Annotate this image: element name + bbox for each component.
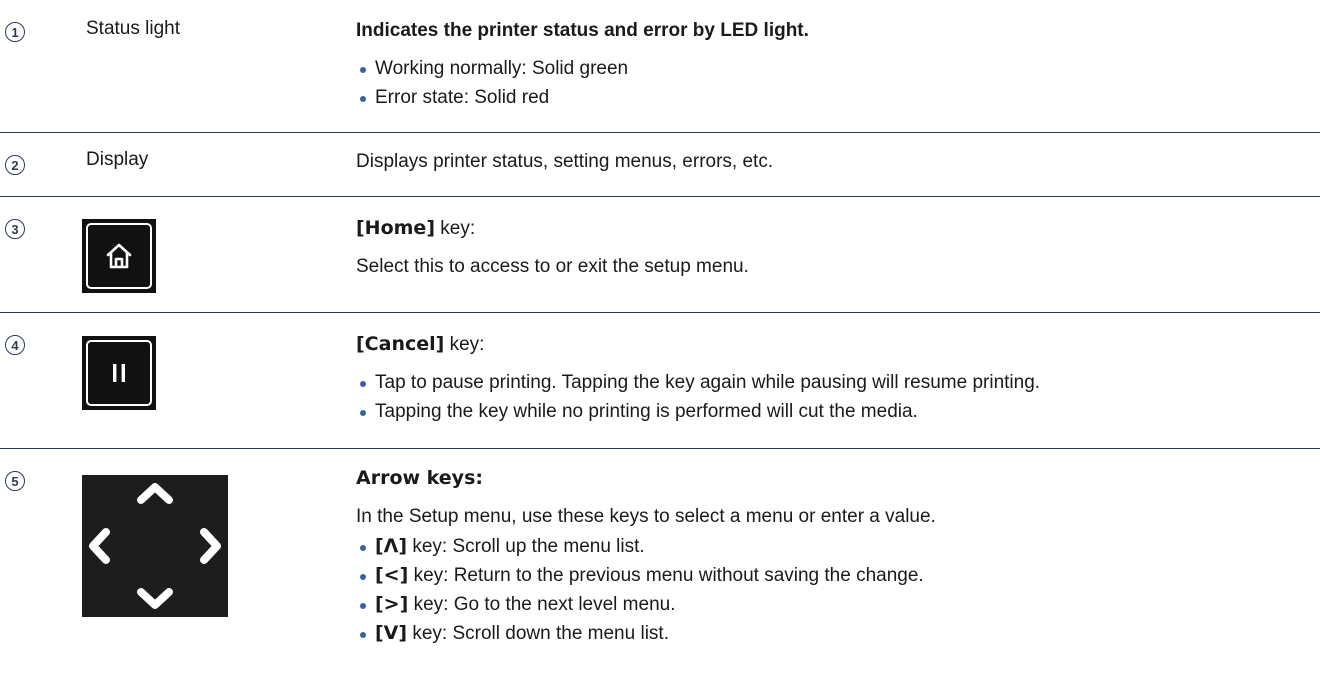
table-row-home-key: 3 [Home] key: Select this to access to o…	[0, 197, 1320, 312]
row-number-badge: 2	[5, 155, 25, 175]
table-row-display: 2 Display Displays printer status, setti…	[0, 133, 1320, 196]
arrow-up-icon	[137, 483, 173, 504]
left-key-label: [<]	[375, 564, 409, 586]
item-description: Indicates the printer status and error b…	[356, 18, 1320, 112]
pause-key-icon	[82, 336, 156, 410]
arrow-left-icon	[89, 528, 110, 564]
right-key-label: [>]	[375, 593, 409, 615]
bullet-list: Tap to pause printing. Tapping the key a…	[356, 368, 1320, 426]
row-number-badge: 5	[5, 471, 25, 491]
row-number-badge: 3	[5, 219, 25, 239]
bullet-text: key: Scroll up the menu list.	[407, 536, 645, 557]
table-row-arrow-keys: 5 Arrow keys: In the Setup menu, use the…	[0, 449, 1320, 694]
item-description: [Cancel] key: Tap to pause printing. Tap…	[356, 331, 1320, 426]
description-text: Select this to access to or exit the set…	[356, 256, 749, 277]
cancel-key-label: [Cancel]	[356, 333, 445, 355]
item-name: Display	[86, 149, 149, 170]
up-key-label: [Λ]	[375, 535, 408, 557]
list-item: Working normally: Solid green	[356, 54, 1320, 83]
list-item: Error state: Solid red	[356, 83, 1320, 112]
bullet-list: Working normally: Solid green Error stat…	[356, 54, 1320, 112]
arrow-keys-title: Arrow keys:	[356, 467, 483, 489]
down-key-label: [V]	[375, 622, 408, 644]
description-title: [Cancel] key:	[356, 331, 1320, 358]
home-key-icon	[82, 219, 156, 293]
list-item: Tapping the key while no printing is per…	[356, 397, 1320, 426]
bullet-text: key: Scroll down the menu list.	[407, 623, 669, 644]
list-item: Tap to pause printing. Tapping the key a…	[356, 368, 1320, 397]
arrow-down-icon	[137, 588, 173, 609]
description-title: Indicates the printer status and error b…	[356, 20, 809, 41]
table-row-cancel-key: 4 [Cancel] key: Tap to pause printing. T…	[0, 313, 1320, 448]
description-text: Displays printer status, setting menus, …	[356, 151, 774, 172]
bullet-text: key: Return to the previous menu without…	[408, 565, 924, 586]
list-item: [V] key: Scroll down the menu list.	[356, 619, 1320, 648]
list-item: [>] key: Go to the next level menu.	[356, 590, 1320, 619]
description-title: [Home] key:	[356, 215, 1320, 242]
arrow-keys-icon	[82, 475, 228, 617]
description-text: In the Setup menu, use these keys to sel…	[356, 506, 936, 527]
arrow-right-icon	[200, 528, 221, 564]
item-description: [Home] key: Select this to access to or …	[356, 215, 1320, 280]
list-item: [Λ] key: Scroll up the menu list.	[356, 532, 1320, 561]
row-number-badge: 4	[5, 335, 25, 355]
item-description: Arrow keys: In the Setup menu, use these…	[356, 465, 1320, 648]
description-title: Arrow keys:	[356, 465, 1320, 492]
home-key-label: [Home]	[356, 217, 436, 239]
printer-controls-table: 1 Status light Indicates the printer sta…	[0, 0, 1320, 694]
bullet-text: key: Go to the next level menu.	[408, 594, 676, 615]
key-suffix: key:	[444, 334, 485, 355]
row-number-badge: 1	[5, 22, 25, 42]
table-row-status-light: 1 Status light Indicates the printer sta…	[0, 0, 1320, 132]
key-suffix: key:	[435, 218, 476, 239]
item-name: Status light	[86, 18, 180, 39]
list-item: [<] key: Return to the previous menu wit…	[356, 561, 1320, 590]
bullet-list: [Λ] key: Scroll up the menu list. [<] ke…	[356, 532, 1320, 648]
item-description: Displays printer status, setting menus, …	[356, 149, 1320, 175]
